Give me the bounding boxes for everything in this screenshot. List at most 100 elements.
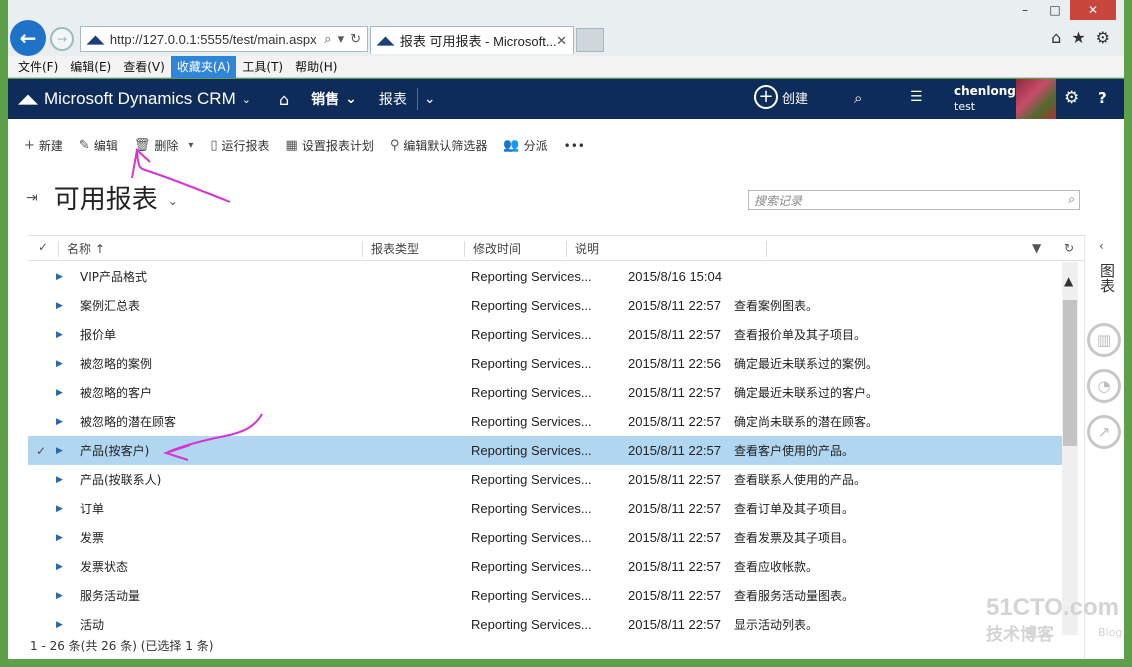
- address-search-icon[interactable]: ⌕: [324, 31, 331, 47]
- table-row[interactable]: ▶ 产品(按联系人) Reporting Services... 2015/8/11 …: [28, 465, 1062, 494]
- line-chart-icon[interactable]: ↗: [1087, 415, 1121, 449]
- gear-icon[interactable]: ⚙: [1064, 88, 1079, 108]
- table-row[interactable]: ▶ 服务活动量 Reporting Services... 2015/8/11 22:…: [28, 581, 1062, 610]
- row-name[interactable]: 案例汇总表: [80, 297, 140, 314]
- create-button[interactable]: + 创建: [754, 85, 808, 109]
- row-name[interactable]: 产品(按客户): [80, 442, 149, 459]
- task-list-icon[interactable]: ☰: [910, 89, 923, 105]
- tab-close-icon[interactable]: ✕: [556, 33, 567, 49]
- row-name[interactable]: VIP产品格式: [80, 268, 147, 285]
- chevron-up-icon[interactable]: ▲: [1064, 274, 1073, 288]
- crm-brand[interactable]: ◢◣ Microsoft Dynamics CRM ⌄: [8, 89, 251, 109]
- row-expand-icon[interactable]: ▶: [56, 475, 63, 485]
- search-icon[interactable]: ⌕: [854, 89, 862, 107]
- chevron-down-icon[interactable]: ▾: [338, 31, 345, 47]
- help-icon[interactable]: ?: [1098, 89, 1107, 107]
- table-row[interactable]: ▶ 报价单 Reporting Services... 2015/8/11 22:57…: [28, 320, 1062, 349]
- pin-icon[interactable]: ⇥: [26, 190, 38, 206]
- schedule-report-button[interactable]: ▦ 设置报表计划: [286, 137, 374, 154]
- table-row[interactable]: ▶ 被忽略的潜在顾客 Reporting Services... 2015/8/11 …: [28, 407, 1062, 436]
- row-expand-icon[interactable]: ▶: [56, 272, 63, 282]
- row-name[interactable]: 发票状态: [80, 558, 128, 575]
- table-row[interactable]: ▶ 订单 Reporting Services... 2015/8/11 22:57 查…: [28, 494, 1062, 523]
- row-expand-icon[interactable]: ▶: [56, 504, 63, 514]
- row-expand-icon[interactable]: ▶: [56, 330, 63, 340]
- new-tab-button[interactable]: [576, 28, 604, 52]
- bar-chart-icon[interactable]: ▥: [1087, 323, 1121, 357]
- table-row[interactable]: ▶ 案例汇总表 Reporting Services... 2015/8/11 22:…: [28, 291, 1062, 320]
- menu-file[interactable]: 文件(F): [12, 56, 64, 78]
- menu-favorites[interactable]: 收藏夹(A): [170, 55, 237, 78]
- row-name[interactable]: 报价单: [80, 326, 116, 343]
- select-all-checkbox[interactable]: ✓: [38, 240, 48, 254]
- row-expand-icon[interactable]: ▶: [56, 533, 63, 543]
- column-description[interactable]: 说明: [566, 241, 599, 257]
- address-bar[interactable]: ◢◣ http://127.0.0.1:5555/test/main.aspx …: [80, 26, 368, 52]
- refresh-icon[interactable]: ↻: [1064, 241, 1074, 255]
- nav-sales[interactable]: 销售 ⌄: [311, 89, 357, 109]
- table-row[interactable]: ▶ 活动 Reporting Services... 2015/8/11 22:57 显…: [28, 610, 1062, 635]
- row-expand-icon[interactable]: ▶: [56, 446, 63, 456]
- row-name[interactable]: 订单: [80, 500, 104, 517]
- table-row[interactable]: ✓ ▶ 产品(按客户) Reporting Services... 2015/8/11 …: [28, 436, 1062, 465]
- column-modified-on[interactable]: 修改时间: [464, 241, 521, 257]
- home-icon[interactable]: ⌂: [279, 90, 289, 109]
- new-button[interactable]: + 新建: [24, 137, 63, 154]
- scrollbar-thumb[interactable]: [1063, 300, 1077, 446]
- maximize-icon[interactable]: □: [1040, 0, 1070, 20]
- table-row[interactable]: ▶ 发票状态 Reporting Services... 2015/8/11 22:5…: [28, 552, 1062, 581]
- home-icon[interactable]: ⌂: [1051, 28, 1061, 47]
- edit-filter-button[interactable]: ⚲ 编辑默认筛选器: [390, 137, 488, 154]
- row-name[interactable]: 产品(按联系人): [80, 471, 161, 488]
- search-icon[interactable]: ⌕: [1068, 192, 1075, 207]
- row-name[interactable]: 被忽略的客户: [80, 384, 152, 401]
- edit-button[interactable]: ✎ 编辑: [79, 137, 118, 154]
- user-info[interactable]: chenlong test: [954, 84, 1016, 114]
- menu-help[interactable]: 帮助(H): [289, 56, 343, 78]
- forward-arrow-icon[interactable]: →: [50, 27, 74, 51]
- row-expand-icon[interactable]: ▶: [56, 359, 63, 369]
- vertical-scrollbar[interactable]: ▲: [1062, 262, 1078, 635]
- run-report-button[interactable]: ▯ 运行报表: [210, 137, 269, 154]
- assign-button[interactable]: 👥 分派: [503, 137, 547, 154]
- row-expand-icon[interactable]: ▶: [56, 591, 63, 601]
- menu-view[interactable]: 查看(V): [117, 56, 171, 78]
- row-name[interactable]: 服务活动量: [80, 587, 140, 604]
- settings-gear-icon[interactable]: ⚙: [1096, 28, 1110, 47]
- back-arrow-icon[interactable]: ←: [10, 20, 46, 56]
- pie-chart-icon[interactable]: ◔: [1087, 369, 1121, 403]
- table-row[interactable]: ▶ 被忽略的客户 Reporting Services... 2015/8/11 22…: [28, 378, 1062, 407]
- row-expand-icon[interactable]: ▶: [56, 620, 63, 630]
- favorites-star-icon[interactable]: ★: [1071, 28, 1085, 47]
- close-icon[interactable]: ✕: [1070, 0, 1116, 20]
- table-row[interactable]: ▶ 发票 Reporting Services... 2015/8/11 22:57 查…: [28, 523, 1062, 552]
- row-expand-icon[interactable]: ▶: [56, 388, 63, 398]
- row-checkbox[interactable]: ✓: [36, 444, 52, 458]
- view-selector[interactable]: ⇥ 可用报表 ⌄: [26, 179, 178, 216]
- browser-tab[interactable]: ◢◣ 报表 可用报表 - Microsoft... ✕: [370, 26, 574, 54]
- avatar[interactable]: [1016, 79, 1056, 119]
- row-expand-icon[interactable]: ▶: [56, 301, 63, 311]
- row-name[interactable]: 活动: [80, 616, 104, 633]
- minimize-icon[interactable]: –: [1010, 0, 1040, 20]
- table-row[interactable]: ▶ VIP产品格式 Reporting Services... 2015/8/16 1…: [28, 262, 1062, 291]
- menu-edit[interactable]: 编辑(E): [64, 56, 117, 78]
- row-name[interactable]: 被忽略的潜在顾客: [80, 413, 176, 430]
- row-name[interactable]: 被忽略的案例: [80, 355, 152, 372]
- row-expand-icon[interactable]: ▶: [56, 417, 63, 427]
- row-expand-icon[interactable]: ▶: [56, 562, 63, 572]
- table-row[interactable]: ▶ 被忽略的案例 Reporting Services... 2015/8/11 22…: [28, 349, 1062, 378]
- column-report-type[interactable]: 报表类型: [362, 241, 419, 257]
- chevron-down-icon[interactable]: ⌄: [424, 91, 436, 107]
- charts-pane-label[interactable]: 图表: [1097, 263, 1118, 293]
- row-name[interactable]: 发票: [80, 529, 104, 546]
- chevron-left-icon[interactable]: ‹: [1099, 239, 1104, 253]
- menu-tools[interactable]: 工具(T): [236, 56, 289, 78]
- column-name[interactable]: 名称 ↑: [58, 241, 105, 257]
- delete-button[interactable]: 🗑 删除: [134, 137, 179, 154]
- nav-reports[interactable]: 报表: [379, 89, 407, 109]
- filter-icon[interactable]: ▼: [1032, 241, 1041, 255]
- search-input[interactable]: 搜索记录 ⌕: [748, 190, 1080, 210]
- more-commands-button[interactable]: •••: [564, 139, 585, 153]
- refresh-icon[interactable]: ↻: [350, 31, 361, 47]
